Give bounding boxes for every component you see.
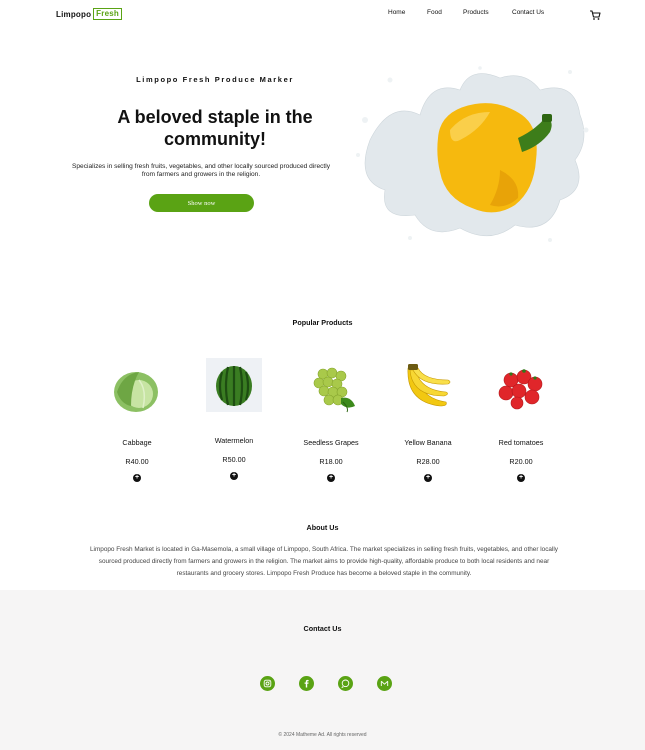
hero-title: A beloved staple in the community! xyxy=(117,107,313,149)
product-card-grapes: Seedless Grapes R18.00 + xyxy=(286,362,376,482)
product-name: Yellow Banana xyxy=(404,438,452,447)
instagram-icon[interactable] xyxy=(260,676,275,691)
banana-image xyxy=(400,362,456,416)
brand-fresh-badge: Fresh xyxy=(93,8,122,20)
product-price: R50.00 xyxy=(222,455,246,464)
whatsapp-icon[interactable] xyxy=(338,676,353,691)
about-us-text: Limpopo Fresh Market is located in Ga-Ma… xyxy=(89,546,559,577)
product-card-watermelon: Watermelon R50.00 + xyxy=(189,358,279,480)
product-card-tomatoes: Red tomatoes R20.00 + xyxy=(476,362,566,482)
add-to-cart-button[interactable]: + xyxy=(517,474,525,482)
product-name: Red tomatoes xyxy=(498,438,544,447)
cart-icon[interactable] xyxy=(589,8,601,20)
product-price: R20.00 xyxy=(509,457,533,466)
nav-link-home[interactable]: Home xyxy=(388,9,405,16)
nav-link-products[interactable]: Products xyxy=(463,9,489,16)
facebook-icon[interactable] xyxy=(299,676,314,691)
add-to-cart-button[interactable]: + xyxy=(424,474,432,482)
product-price: R40.00 xyxy=(125,457,149,466)
grapes-image xyxy=(303,362,359,416)
product-price: R28.00 xyxy=(416,457,440,466)
hero-description: Specializes in selling fresh fruits, veg… xyxy=(71,163,331,178)
hero-eyebrow: Limpopo Fresh Produce Marker xyxy=(136,75,294,84)
yellow-pepper-image xyxy=(350,60,590,250)
brand-name: Limpopo xyxy=(56,9,92,19)
nav-link-contact[interactable]: Contact Us xyxy=(512,9,544,16)
nav-link-food[interactable]: Food xyxy=(427,9,442,16)
product-name: Seedless Grapes xyxy=(303,438,359,447)
watermelon-image xyxy=(206,358,262,412)
about-us-title: About Us xyxy=(306,523,339,532)
copyright-text: © 2024 Matheme Ad. All rights reserved xyxy=(278,732,367,738)
brand-logo[interactable]: Limpopo Fresh xyxy=(56,8,122,20)
product-price: R18.00 xyxy=(319,457,343,466)
add-to-cart-button[interactable]: + xyxy=(230,472,238,480)
shop-now-button[interactable]: Show now xyxy=(149,194,254,212)
cabbage-image xyxy=(109,362,165,416)
product-card-cabbage: Cabbage R40.00 + xyxy=(92,362,182,482)
product-card-banana: Yellow Banana R28.00 + xyxy=(383,362,473,482)
add-to-cart-button[interactable]: + xyxy=(327,474,335,482)
popular-products-title: Popular Products xyxy=(292,318,353,327)
add-to-cart-button[interactable]: + xyxy=(133,474,141,482)
mail-icon[interactable] xyxy=(377,676,392,691)
top-navbar: Limpopo Fresh Home Food Products Contact… xyxy=(0,0,645,30)
product-name: Cabbage xyxy=(122,438,152,447)
tomatoes-image xyxy=(493,362,549,416)
contact-us-title: Contact Us xyxy=(303,624,342,633)
contact-section xyxy=(0,590,645,750)
product-name: Watermelon xyxy=(214,436,254,445)
